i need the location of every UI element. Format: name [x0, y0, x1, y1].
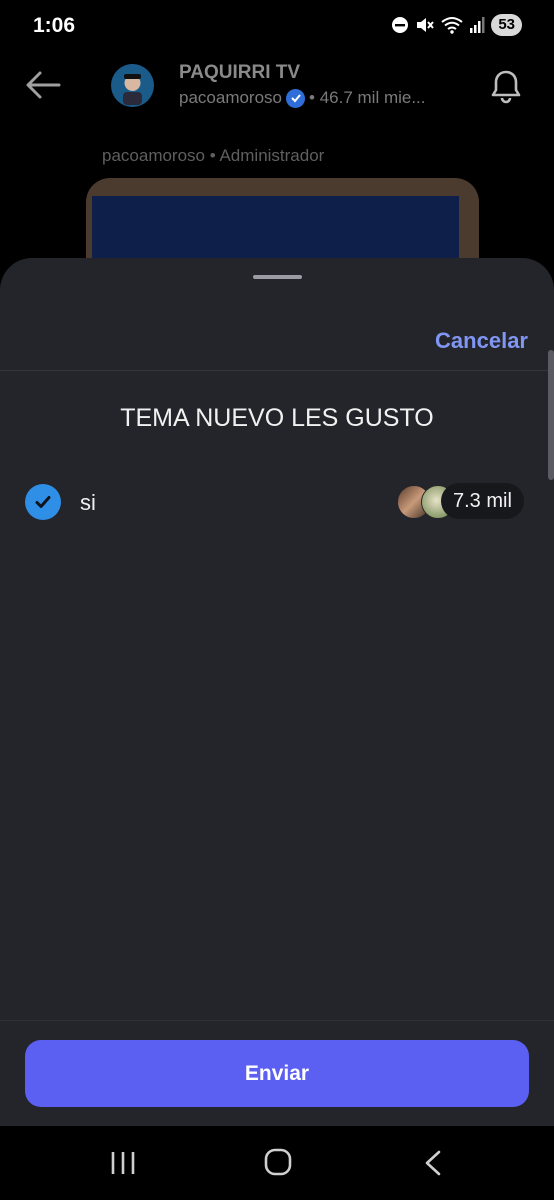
sheet-handle[interactable]: [253, 275, 302, 279]
cancel-button[interactable]: Cancelar: [435, 328, 528, 354]
channel-handle: pacoamoroso: [179, 88, 283, 107]
vote-count[interactable]: 7.3 mil: [441, 483, 524, 519]
battery-indicator: 53: [491, 14, 522, 36]
nav-back-icon: [425, 1150, 441, 1176]
poll-question: TEMA NUEVO LES GUSTO: [120, 404, 434, 432]
signal-icon: [470, 17, 485, 33]
recents-button[interactable]: [110, 1150, 136, 1181]
poll-option-label: si: [80, 490, 96, 515]
channel-subtitle: pacoamoroso • 46.7 mil mie...: [179, 88, 426, 108]
channel-title[interactable]: PAQUIRRI TV: [179, 62, 300, 84]
system-back-button[interactable]: [423, 1150, 443, 1181]
verified-icon: [286, 88, 306, 108]
wifi-icon: [441, 17, 463, 34]
notifications-button[interactable]: [490, 68, 522, 109]
channel-avatar-image: [111, 64, 154, 107]
status-bar: 1:06 53: [0, 0, 554, 52]
system-nav-bar: [0, 1126, 554, 1200]
sheet-divider-top: [0, 370, 554, 371]
poll-option[interactable]: si 7.3 mil: [0, 483, 554, 523]
status-time: 1:06: [33, 14, 76, 37]
sheet-divider-bottom: [0, 1020, 554, 1021]
home-icon: [264, 1148, 292, 1176]
post-sender: pacoamoroso • Administrador: [102, 146, 325, 165]
dnd-icon: [392, 17, 409, 33]
channel-members: • 46.7 mil mie...: [309, 88, 426, 107]
mute-icon: [417, 18, 435, 32]
channel-header: PAQUIRRI TV pacoamoroso • 46.7 mil mie..…: [0, 52, 554, 122]
recents-icon: [111, 1152, 135, 1174]
checkmark-icon[interactable]: [25, 484, 61, 520]
bell-icon: [491, 70, 521, 104]
back-arrow-icon: [26, 71, 61, 99]
scrollbar[interactable]: [548, 350, 554, 480]
status-icons: 53: [391, 14, 522, 36]
poll-sheet: Cancelar TEMA NUEVO LES GUSTO si 7.3 mil…: [0, 258, 554, 1126]
back-button[interactable]: [25, 70, 61, 105]
home-button[interactable]: [264, 1148, 292, 1181]
send-button[interactable]: Enviar: [25, 1040, 529, 1107]
channel-avatar[interactable]: [111, 64, 154, 107]
